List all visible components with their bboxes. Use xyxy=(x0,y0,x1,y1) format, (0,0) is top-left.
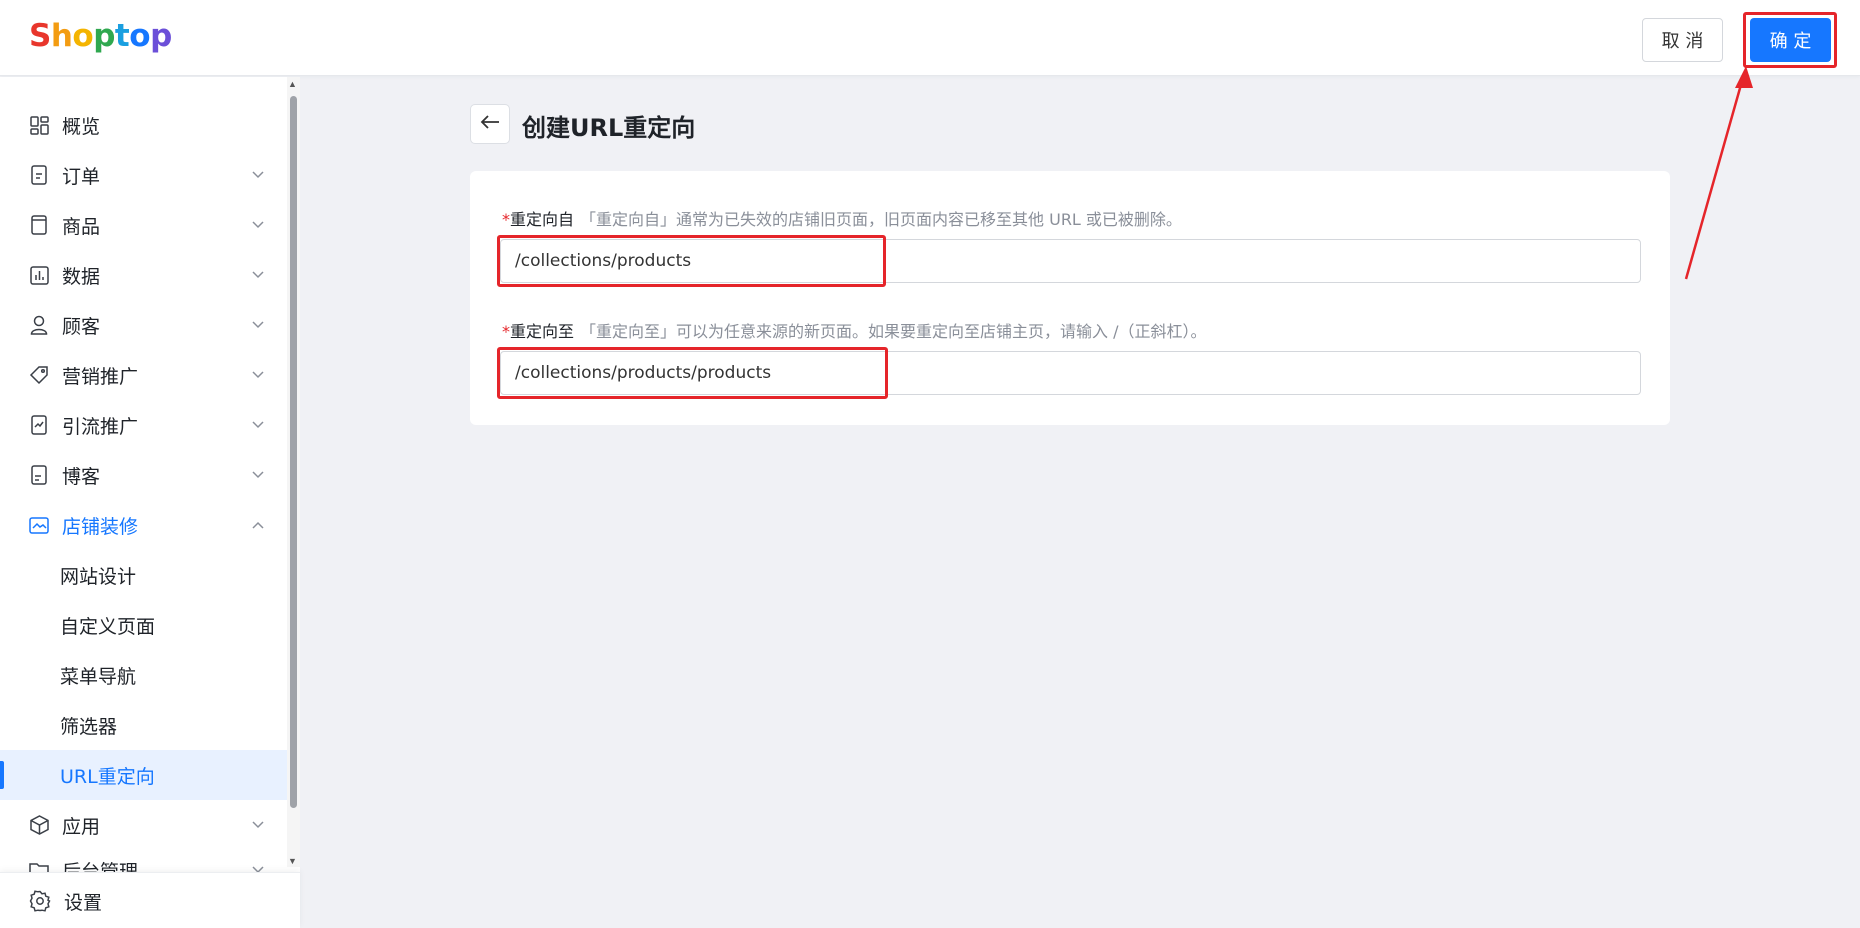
redirect-from-label: *重定向自 「重定向自」通常为已失效的店铺旧页面，旧页面内容已移至其他 URL 或… xyxy=(502,206,1182,230)
sidebar-subitem-label: 网站设计 xyxy=(60,565,137,588)
chevron-down-icon xyxy=(252,219,264,231)
sidebar-item-label: 数据 xyxy=(62,265,101,288)
order-icon xyxy=(29,165,49,185)
blog-icon xyxy=(29,465,49,485)
product-icon xyxy=(29,215,49,235)
sidebar-item-admin[interactable]: 后台管理 xyxy=(0,850,287,872)
scroll-down-arrow-icon[interactable]: ▼ xyxy=(288,856,297,866)
sidebar-subitem-url-redirect[interactable]: URL重定向 xyxy=(0,750,287,800)
logo-letter: o xyxy=(129,18,151,54)
sidebar-item-data[interactable]: 数据 xyxy=(0,250,287,300)
chevron-down-icon xyxy=(252,419,264,431)
sidebar-item-label: 博客 xyxy=(62,465,101,488)
arrow-left-icon xyxy=(480,114,500,135)
chevron-down-icon xyxy=(252,169,264,181)
chart-icon xyxy=(29,265,49,285)
logo-letter: h xyxy=(50,18,73,54)
sidebar-item-orders[interactable]: 订单 xyxy=(0,150,287,200)
redirect-from-hint: 「重定向自」通常为已失效的店铺旧页面，旧页面内容已移至其他 URL 或已被删除。 xyxy=(580,210,1182,229)
annotation-arrow xyxy=(1684,66,1753,280)
sidebar-item-label: 引流推广 xyxy=(62,415,139,438)
shoptop-logo[interactable]: Shoptop xyxy=(29,18,172,54)
cancel-button[interactable]: 取 消 xyxy=(1642,18,1723,62)
logo-letter: p xyxy=(150,18,172,54)
logo-letter: p xyxy=(93,18,115,54)
sidebar-item-label: 商品 xyxy=(62,215,101,238)
sidebar-subitem-menu-nav[interactable]: 菜单导航 xyxy=(0,650,287,700)
sidebar-item-label: 后台管理 xyxy=(62,861,139,872)
redirect-to-label: *重定向至 「重定向至」可以为任意来源的新页面。如果要重定向至店铺主页，请输入 /… xyxy=(502,318,1207,342)
sidebar-item-marketing[interactable]: 营销推广 xyxy=(0,350,287,400)
chevron-down-icon xyxy=(252,864,264,872)
chevron-down-icon xyxy=(252,819,264,831)
top-header: Shoptop 取 消 确 定 xyxy=(0,0,1860,76)
sidebar-item-customers[interactable]: 顾客 xyxy=(0,300,287,350)
logo-letter: t xyxy=(114,18,130,54)
back-button[interactable] xyxy=(470,104,510,144)
traffic-icon xyxy=(29,415,49,435)
sidebar-settings[interactable]: 设置 xyxy=(0,872,300,928)
sidebar: 概览 订单 商品 数据 顾客 营销推广 引流推广 博客 店铺装修 网站设计 自定… xyxy=(0,77,300,928)
sidebar-item-label: 店铺装修 xyxy=(62,515,139,538)
chevron-down-icon xyxy=(252,369,264,381)
gear-icon xyxy=(29,890,51,912)
redirect-from-title: 重定向自 xyxy=(510,210,575,229)
dashboard-icon xyxy=(29,115,49,135)
page-title: 创建URL重定向 xyxy=(522,114,696,142)
settings-label: 设置 xyxy=(64,892,103,914)
logo-letter: S xyxy=(29,18,51,54)
sidebar-item-label: 顾客 xyxy=(62,315,101,338)
folder-icon xyxy=(29,860,49,872)
sidebar-scrollbar-thumb[interactable] xyxy=(290,96,297,808)
sidebar-subitem-custom-pages[interactable]: 自定义页面 xyxy=(0,600,287,650)
sidebar-subitem-label: 自定义页面 xyxy=(60,615,156,638)
selected-indicator xyxy=(0,761,4,789)
redirect-to-input[interactable] xyxy=(500,351,1641,395)
sidebar-item-store-design[interactable]: 店铺装修 xyxy=(0,500,287,550)
sidebar-subitem-site-design[interactable]: 网站设计 xyxy=(0,550,287,600)
sidebar-item-label: 应用 xyxy=(62,815,101,838)
logo-letter: o xyxy=(72,18,94,54)
chevron-down-icon xyxy=(252,269,264,281)
store-icon xyxy=(29,515,49,535)
sidebar-subitem-filters[interactable]: 筛选器 xyxy=(0,700,287,750)
redirect-to-title: 重定向至 xyxy=(510,322,575,341)
redirect-from-input[interactable] xyxy=(500,239,1641,283)
sidebar-item-label: 概览 xyxy=(62,115,101,138)
sidebar-subitem-label: 菜单导航 xyxy=(60,665,137,688)
chevron-down-icon xyxy=(252,319,264,331)
sidebar-subitem-label: URL重定向 xyxy=(60,765,155,788)
scroll-up-arrow-icon[interactable]: ▲ xyxy=(288,79,297,89)
sidebar-item-traffic[interactable]: 引流推广 xyxy=(0,400,287,450)
redirect-to-hint: 「重定向至」可以为任意来源的新页面。如果要重定向至店铺主页，请输入 /（正斜杠）… xyxy=(580,322,1207,341)
user-icon xyxy=(29,315,49,335)
sidebar-item-apps[interactable]: 应用 xyxy=(0,800,287,850)
sidebar-item-overview[interactable]: 概览 xyxy=(0,100,287,150)
sidebar-subitem-label: 筛选器 xyxy=(60,715,118,738)
sidebar-item-products[interactable]: 商品 xyxy=(0,200,287,250)
sidebar-item-blog[interactable]: 博客 xyxy=(0,450,287,500)
sidebar-item-label: 订单 xyxy=(62,165,101,188)
tag-icon xyxy=(29,365,49,385)
chevron-up-icon xyxy=(252,519,264,531)
confirm-button[interactable]: 确 定 xyxy=(1750,18,1831,62)
sidebar-item-label: 营销推广 xyxy=(62,365,139,388)
chevron-down-icon xyxy=(252,469,264,481)
required-mark: * xyxy=(502,322,510,341)
required-mark: * xyxy=(502,210,510,229)
app-icon xyxy=(29,815,49,835)
